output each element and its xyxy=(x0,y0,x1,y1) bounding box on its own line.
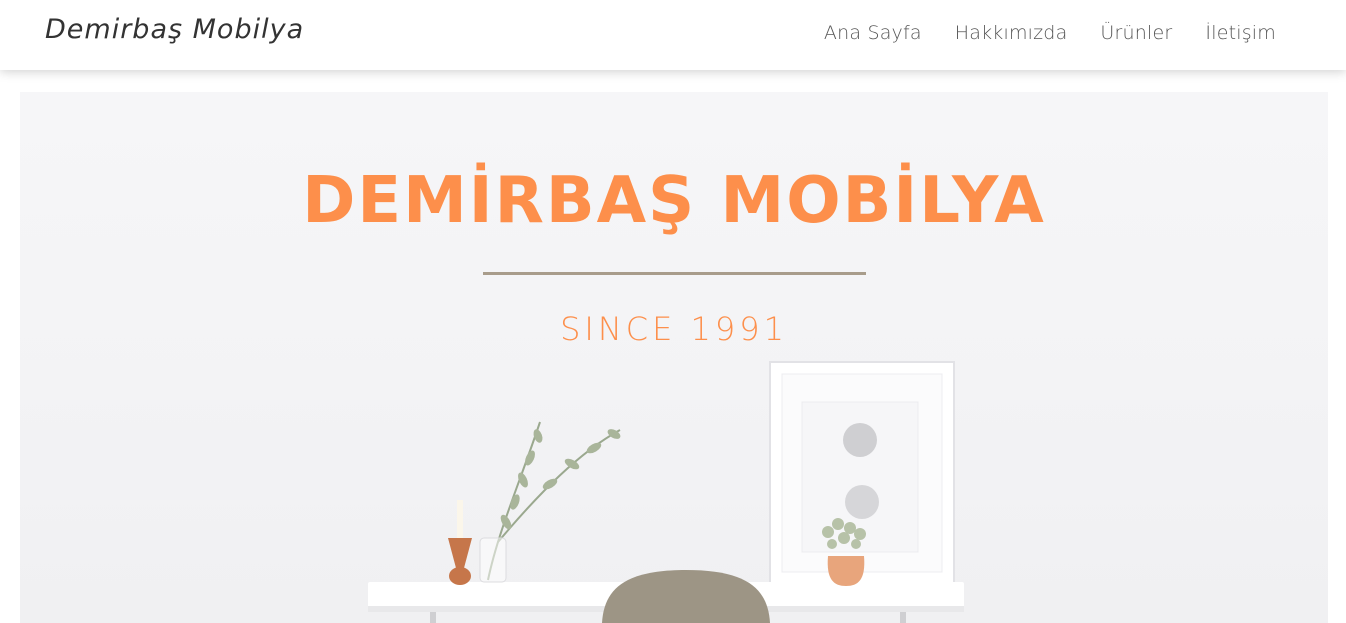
picture-frame xyxy=(769,361,955,585)
nav-link-about[interactable]: Hakkımızda xyxy=(955,22,1068,44)
candle-holder xyxy=(448,500,472,585)
hero-subtitle: SINCE 1991 xyxy=(560,310,788,348)
nav-links: Ana Sayfa Hakkımızda Ürünler İletişim xyxy=(824,22,1276,44)
hero-section: DEMİRBAŞ MOBİLYA SINCE 1991 xyxy=(20,92,1328,623)
plant-branch xyxy=(479,421,621,583)
hero-divider xyxy=(483,272,866,275)
top-navbar: Demirbaş Mobilya Ana Sayfa Hakkımızda Ür… xyxy=(0,0,1346,70)
nav-link-home[interactable]: Ana Sayfa xyxy=(824,22,922,44)
chair xyxy=(602,570,770,623)
brand-logo-link[interactable]: Demirbaş Mobilya xyxy=(45,14,304,45)
nav-link-contact[interactable]: İletişim xyxy=(1205,22,1276,44)
hero-title: DEMİRBAŞ MOBİLYA xyxy=(302,164,1046,238)
nav-link-products[interactable]: Ürünler xyxy=(1100,22,1172,44)
